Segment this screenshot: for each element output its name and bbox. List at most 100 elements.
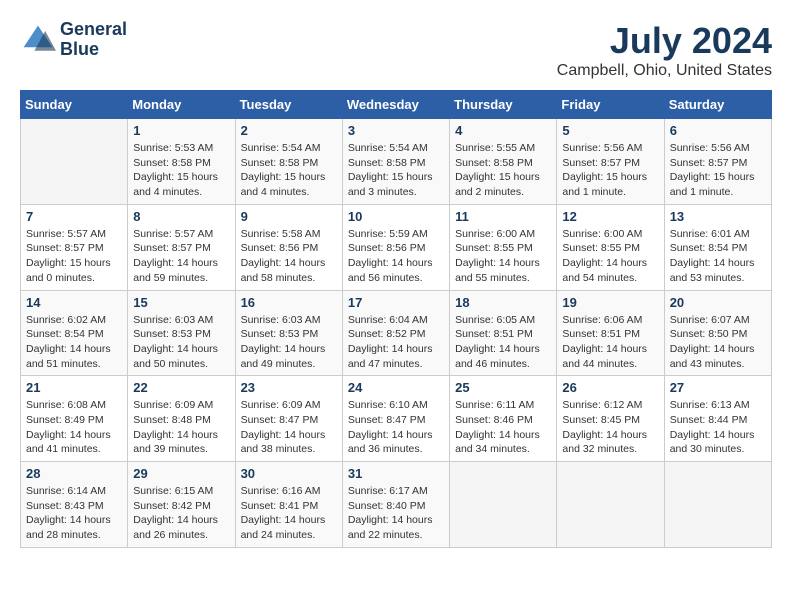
calendar-cell: 16Sunrise: 6:03 AM Sunset: 8:53 PM Dayli… <box>235 290 342 376</box>
day-number: 27 <box>670 380 766 395</box>
day-info: Sunrise: 6:10 AM Sunset: 8:47 PM Dayligh… <box>348 398 444 457</box>
calendar-cell: 1 Sunrise: 5:53 AM Sunset: 8:58 PM Daylig… <box>128 119 235 205</box>
day-info: Sunrise: 6:06 AM Sunset: 8:51 PM Dayligh… <box>562 313 658 372</box>
day-info: Sunrise: 5:54 AM Sunset: 8:58 PM Dayligh… <box>241 141 337 200</box>
day-number: 30 <box>241 466 337 481</box>
day-info: Sunrise: 6:12 AM Sunset: 8:45 PM Dayligh… <box>562 398 658 457</box>
page-header: General Blue July 2024 Campbell, Ohio, U… <box>20 20 772 80</box>
calendar-cell: 23 Sunrise: 6:09 AM Sunset: 8:47 PM Dayli… <box>235 376 342 462</box>
calendar-cell: 9 Sunrise: 5:58 AM Sunset: 8:56 PM Daylig… <box>235 204 342 290</box>
logo: General Blue <box>20 20 127 60</box>
day-number: 4 <box>455 123 551 138</box>
day-number: 26 <box>562 380 658 395</box>
day-info: Sunrise: 6:01 AM Sunset: 8:54 PM Dayligh… <box>670 227 766 286</box>
calendar-cell: 26 Sunrise: 6:12 AM Sunset: 8:45 PM Dayli… <box>557 376 664 462</box>
calendar-cell: 22 Sunrise: 6:09 AM Sunset: 8:48 PM Dayli… <box>128 376 235 462</box>
day-info: Sunrise: 6:08 AM Sunset: 8:49 PM Dayligh… <box>26 398 122 457</box>
calendar-body: 1 Sunrise: 5:53 AM Sunset: 8:58 PM Daylig… <box>21 119 772 548</box>
main-title: July 2024 <box>557 20 772 62</box>
day-info: Sunrise: 6:00 AM Sunset: 8:55 PM Dayligh… <box>455 227 551 286</box>
day-info: Sunrise: 6:09 AM Sunset: 8:48 PM Dayligh… <box>133 398 229 457</box>
day-info: Sunrise: 6:17 AM Sunset: 8:40 PM Dayligh… <box>348 484 444 543</box>
day-number: 23 <box>241 380 337 395</box>
day-number: 25 <box>455 380 551 395</box>
calendar-cell: 20Sunrise: 6:07 AM Sunset: 8:50 PM Dayli… <box>664 290 771 376</box>
day-number: 10 <box>348 209 444 224</box>
calendar-week-4: 21 Sunrise: 6:08 AM Sunset: 8:49 PM Dayli… <box>21 376 772 462</box>
day-info: Sunrise: 5:53 AM Sunset: 8:58 PM Dayligh… <box>133 141 229 200</box>
calendar-table: SundayMondayTuesdayWednesdayThursdayFrid… <box>20 90 772 548</box>
day-number: 17 <box>348 295 444 310</box>
day-number: 11 <box>455 209 551 224</box>
day-number: 6 <box>670 123 766 138</box>
calendar-cell: 29 Sunrise: 6:15 AM Sunset: 8:42 PM Dayli… <box>128 462 235 548</box>
day-number: 14 <box>26 295 122 310</box>
day-number: 21 <box>26 380 122 395</box>
day-info: Sunrise: 6:02 AM Sunset: 8:54 PM Dayligh… <box>26 313 122 372</box>
day-number: 1 <box>133 123 229 138</box>
calendar-week-1: 1 Sunrise: 5:53 AM Sunset: 8:58 PM Daylig… <box>21 119 772 205</box>
calendar-cell: 18 Sunrise: 6:05 AM Sunset: 8:51 PM Dayli… <box>450 290 557 376</box>
day-number: 18 <box>455 295 551 310</box>
day-info: Sunrise: 5:56 AM Sunset: 8:57 PM Dayligh… <box>562 141 658 200</box>
header-day-wednesday: Wednesday <box>342 91 449 119</box>
day-number: 28 <box>26 466 122 481</box>
day-number: 9 <box>241 209 337 224</box>
day-number: 7 <box>26 209 122 224</box>
calendar-cell: 28Sunrise: 6:14 AM Sunset: 8:43 PM Dayli… <box>21 462 128 548</box>
day-info: Sunrise: 6:11 AM Sunset: 8:46 PM Dayligh… <box>455 398 551 457</box>
day-number: 15 <box>133 295 229 310</box>
header-day-friday: Friday <box>557 91 664 119</box>
calendar-cell: 6 Sunrise: 5:56 AM Sunset: 8:57 PM Daylig… <box>664 119 771 205</box>
day-info: Sunrise: 5:59 AM Sunset: 8:56 PM Dayligh… <box>348 227 444 286</box>
calendar-cell: 3 Sunrise: 5:54 AM Sunset: 8:58 PM Daylig… <box>342 119 449 205</box>
calendar-cell: 25 Sunrise: 6:11 AM Sunset: 8:46 PM Dayli… <box>450 376 557 462</box>
calendar-cell: 10 Sunrise: 5:59 AM Sunset: 8:56 PM Dayli… <box>342 204 449 290</box>
calendar-cell: 19Sunrise: 6:06 AM Sunset: 8:51 PM Dayli… <box>557 290 664 376</box>
day-number: 22 <box>133 380 229 395</box>
day-info: Sunrise: 6:07 AM Sunset: 8:50 PM Dayligh… <box>670 313 766 372</box>
calendar-cell: 7 Sunrise: 5:57 AM Sunset: 8:57 PM Daylig… <box>21 204 128 290</box>
day-number: 13 <box>670 209 766 224</box>
calendar-week-3: 14 Sunrise: 6:02 AM Sunset: 8:54 PM Dayli… <box>21 290 772 376</box>
day-info: Sunrise: 6:03 AM Sunset: 8:53 PM Dayligh… <box>133 313 229 372</box>
header-row: SundayMondayTuesdayWednesdayThursdayFrid… <box>21 91 772 119</box>
day-info: Sunrise: 5:57 AM Sunset: 8:57 PM Dayligh… <box>133 227 229 286</box>
day-info: Sunrise: 6:16 AM Sunset: 8:41 PM Dayligh… <box>241 484 337 543</box>
header-day-monday: Monday <box>128 91 235 119</box>
calendar-cell: 15 Sunrise: 6:03 AM Sunset: 8:53 PM Dayli… <box>128 290 235 376</box>
logo-text: General Blue <box>60 20 127 60</box>
day-number: 29 <box>133 466 229 481</box>
calendar-week-5: 28Sunrise: 6:14 AM Sunset: 8:43 PM Dayli… <box>21 462 772 548</box>
calendar-cell: 8 Sunrise: 5:57 AM Sunset: 8:57 PM Daylig… <box>128 204 235 290</box>
calendar-cell: 27 Sunrise: 6:13 AM Sunset: 8:44 PM Dayli… <box>664 376 771 462</box>
day-info: Sunrise: 6:13 AM Sunset: 8:44 PM Dayligh… <box>670 398 766 457</box>
calendar-cell <box>21 119 128 205</box>
day-info: Sunrise: 5:56 AM Sunset: 8:57 PM Dayligh… <box>670 141 766 200</box>
day-info: Sunrise: 6:04 AM Sunset: 8:52 PM Dayligh… <box>348 313 444 372</box>
day-info: Sunrise: 5:55 AM Sunset: 8:58 PM Dayligh… <box>455 141 551 200</box>
day-number: 24 <box>348 380 444 395</box>
day-number: 3 <box>348 123 444 138</box>
day-info: Sunrise: 5:54 AM Sunset: 8:58 PM Dayligh… <box>348 141 444 200</box>
day-info: Sunrise: 6:09 AM Sunset: 8:47 PM Dayligh… <box>241 398 337 457</box>
title-block: July 2024 Campbell, Ohio, United States <box>557 20 772 80</box>
day-number: 16 <box>241 295 337 310</box>
calendar-week-2: 7 Sunrise: 5:57 AM Sunset: 8:57 PM Daylig… <box>21 204 772 290</box>
day-number: 2 <box>241 123 337 138</box>
day-number: 8 <box>133 209 229 224</box>
calendar-cell: 11 Sunrise: 6:00 AM Sunset: 8:55 PM Dayli… <box>450 204 557 290</box>
day-info: Sunrise: 5:58 AM Sunset: 8:56 PM Dayligh… <box>241 227 337 286</box>
calendar-cell: 13 Sunrise: 6:01 AM Sunset: 8:54 PM Dayli… <box>664 204 771 290</box>
day-info: Sunrise: 5:57 AM Sunset: 8:57 PM Dayligh… <box>26 227 122 286</box>
calendar-cell: 2 Sunrise: 5:54 AM Sunset: 8:58 PM Daylig… <box>235 119 342 205</box>
header-day-tuesday: Tuesday <box>235 91 342 119</box>
calendar-cell: 24 Sunrise: 6:10 AM Sunset: 8:47 PM Dayli… <box>342 376 449 462</box>
day-info: Sunrise: 6:15 AM Sunset: 8:42 PM Dayligh… <box>133 484 229 543</box>
subtitle: Campbell, Ohio, United States <box>557 62 772 80</box>
calendar-cell: 17 Sunrise: 6:04 AM Sunset: 8:52 PM Dayli… <box>342 290 449 376</box>
calendar-header: SundayMondayTuesdayWednesdayThursdayFrid… <box>21 91 772 119</box>
day-info: Sunrise: 6:05 AM Sunset: 8:51 PM Dayligh… <box>455 313 551 372</box>
day-number: 12 <box>562 209 658 224</box>
logo-icon <box>20 22 56 58</box>
